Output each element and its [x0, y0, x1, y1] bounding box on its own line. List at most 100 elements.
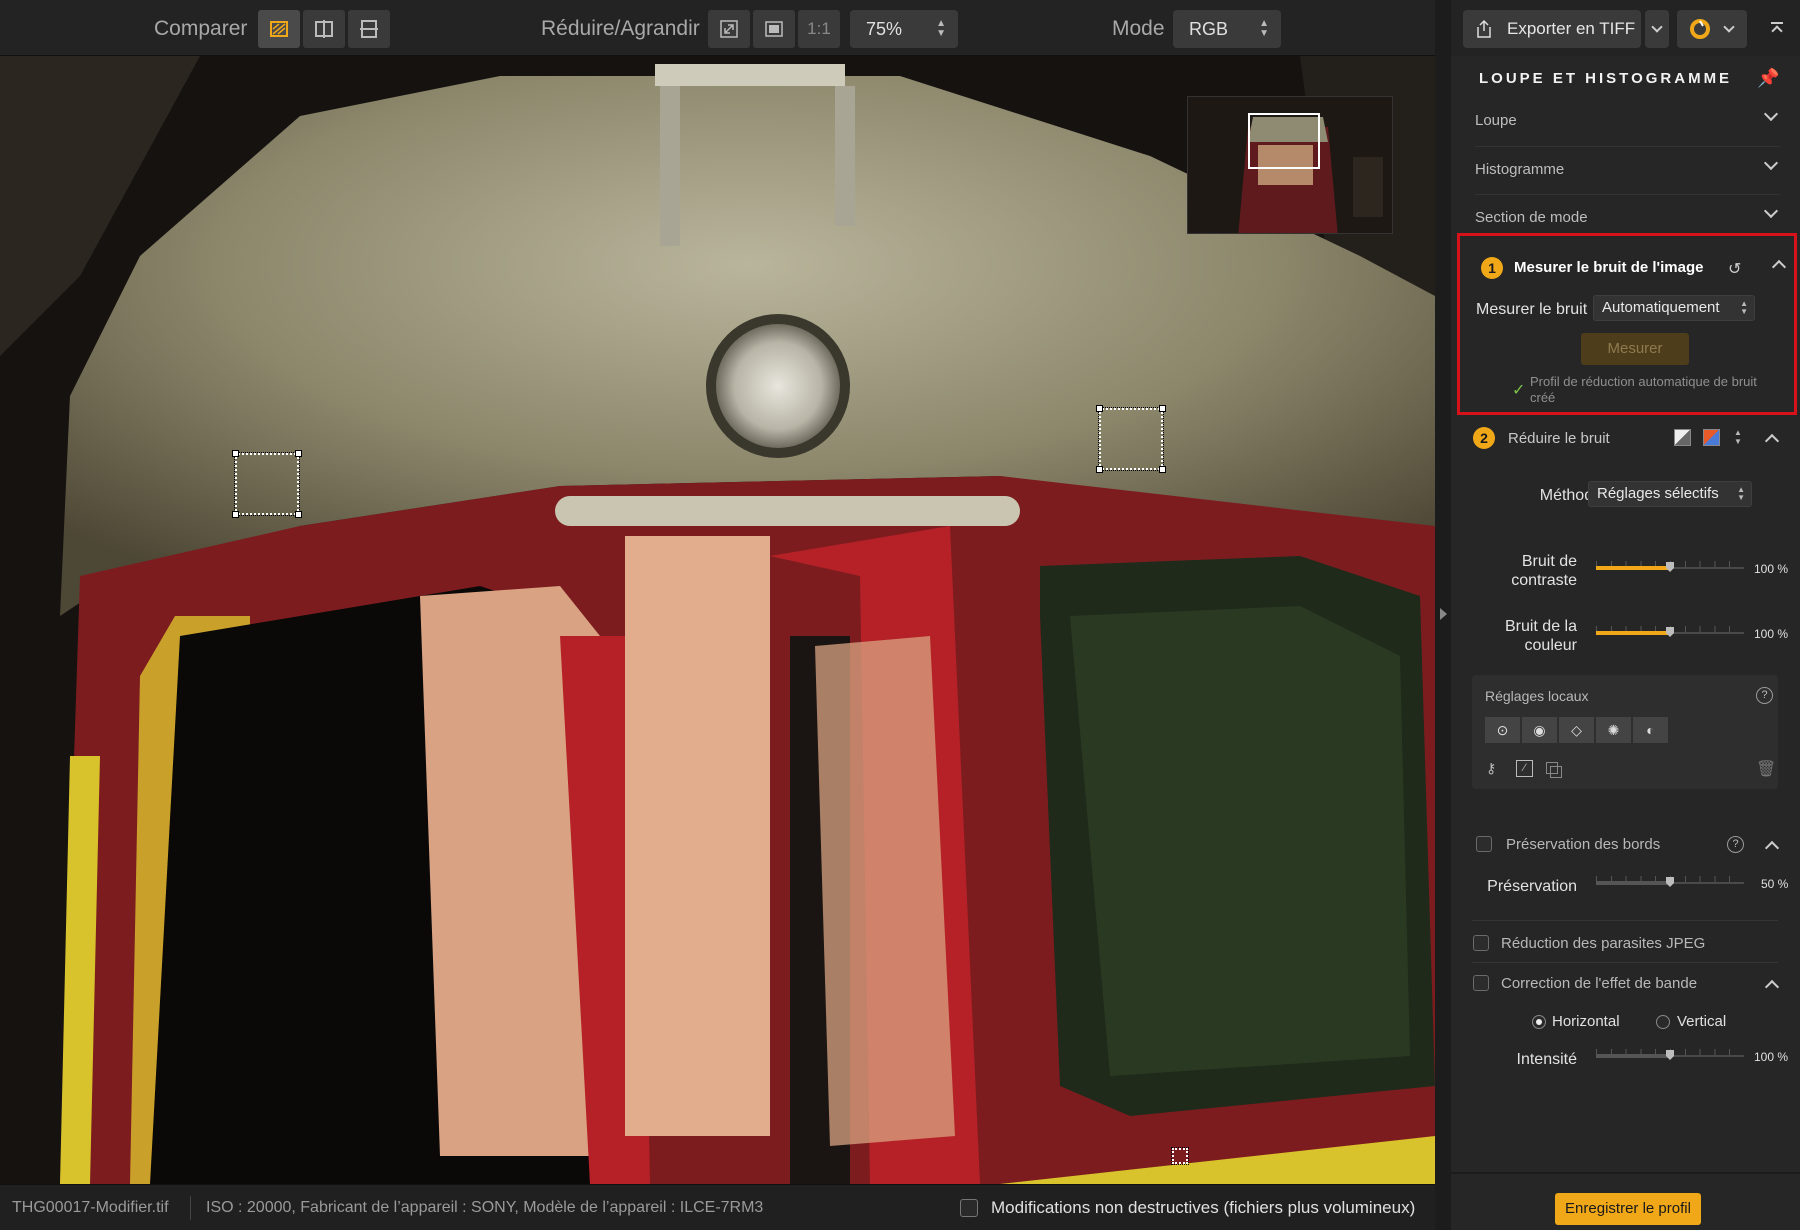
- updown-icon: ▲ ▼: [1740, 299, 1748, 316]
- zoom-select[interactable]: 75% ▲ ▼: [850, 10, 958, 48]
- slider-knob[interactable]: [1666, 627, 1674, 637]
- section-histogram[interactable]: Histogramme: [1475, 146, 1780, 194]
- updown-icon: ▲ ▼: [1737, 485, 1745, 502]
- edge-preservation-checkbox[interactable]: [1476, 836, 1492, 852]
- measure-area-3[interactable]: [1171, 1147, 1189, 1165]
- pin-icon[interactable]: 📌: [1757, 68, 1779, 89]
- zoom-value: 75%: [866, 18, 903, 39]
- contrast-noise-label: Bruit de contraste: [1511, 553, 1577, 589]
- negative-point-button[interactable]: ◉: [1522, 717, 1557, 743]
- chevron-up-icon[interactable]: [1771, 259, 1787, 275]
- negative-point-icon: ◉: [1533, 721, 1546, 738]
- trash-icon[interactable]: 🗑: [1756, 759, 1776, 779]
- edge-preservation-title: Préservation des bords: [1506, 836, 1661, 853]
- eraser-icon: ◐: [1646, 722, 1655, 738]
- resize-handle[interactable]: [232, 450, 239, 457]
- eraser-button[interactable]: ◐: [1633, 717, 1668, 743]
- plugin-menu-button[interactable]: [1677, 10, 1747, 48]
- help-icon[interactable]: ?: [1756, 687, 1773, 704]
- monochrome-icon[interactable]: [1674, 429, 1691, 446]
- color-noise-slider[interactable]: [1596, 626, 1744, 640]
- fill-screen-button[interactable]: [753, 10, 795, 48]
- step-1-badge: 1: [1481, 257, 1503, 279]
- chevron-up-icon[interactable]: [1764, 433, 1780, 449]
- collapse-arrow-icon[interactable]: [1440, 608, 1447, 620]
- profile-created-message: Profil de réduction automatique de bruit…: [1530, 374, 1757, 405]
- local-tools: ⊙ ◉ ◇ ✺ ◐: [1485, 717, 1668, 743]
- reset-icon[interactable]: ↺: [1728, 259, 1741, 279]
- navigator-viewport[interactable]: [1248, 113, 1320, 169]
- slider-knob[interactable]: [1666, 1050, 1674, 1060]
- compare-split-horizontal-button[interactable]: [348, 10, 390, 48]
- local-adjustments-title: Réglages locaux: [1485, 688, 1589, 704]
- color-icon[interactable]: [1703, 429, 1720, 446]
- measure-area-2[interactable]: [1096, 405, 1166, 473]
- measure-area-1[interactable]: [232, 450, 302, 518]
- slider-knob[interactable]: [1666, 562, 1674, 572]
- resize-handle[interactable]: [1096, 466, 1103, 473]
- banding-checkbox[interactable]: [1473, 975, 1489, 991]
- actual-size-button[interactable]: 1:1: [798, 10, 840, 48]
- fit-screen-button[interactable]: [708, 10, 750, 48]
- compare-single-button[interactable]: [258, 10, 300, 48]
- export-tiff-button[interactable]: Exporter en TIFF: [1463, 10, 1641, 48]
- intensity-slider[interactable]: [1596, 1049, 1744, 1063]
- measure-noise-label: Mesurer le bruit: [1476, 301, 1588, 318]
- preservation-label: Préservation: [1487, 878, 1577, 895]
- horizontal-radio[interactable]: [1532, 1015, 1546, 1029]
- status-bar: THG00017-Modifier.tif ISO : 20000, Fabri…: [0, 1184, 1435, 1230]
- chevron-up-icon[interactable]: [1764, 979, 1780, 995]
- measure-noise-select[interactable]: Automatiquement ▲ ▼: [1593, 295, 1755, 321]
- slider-fill: [1596, 631, 1670, 635]
- list-icon[interactable]: ⚷: [1486, 760, 1496, 777]
- resize-handle[interactable]: [1096, 405, 1103, 412]
- split-vertical-icon: [315, 20, 333, 38]
- mask-icon[interactable]: ⁄: [1516, 760, 1533, 777]
- compare-label: Comparer: [154, 17, 248, 40]
- save-profile-button[interactable]: Enregistrer le profil: [1555, 1193, 1701, 1225]
- preservation-slider[interactable]: [1596, 876, 1744, 890]
- resize-handle[interactable]: [232, 511, 239, 518]
- check-icon: ✓: [1512, 382, 1526, 399]
- export-options-button[interactable]: [1645, 10, 1669, 48]
- split-horizontal-icon: [360, 20, 378, 38]
- color-noise-value: 100 %: [1754, 627, 1789, 641]
- updown-icon[interactable]: ▲ ▼: [1734, 428, 1742, 446]
- brush-button[interactable]: ✺: [1596, 717, 1631, 743]
- image-canvas[interactable]: [0, 56, 1435, 1184]
- panel-toolbar: Exporter en TIFF: [1451, 0, 1800, 56]
- compare-split-vertical-button[interactable]: [303, 10, 345, 48]
- chevron-down-icon: [1763, 203, 1779, 219]
- measure-button[interactable]: Mesurer: [1581, 333, 1689, 365]
- chevron-up-icon[interactable]: [1764, 840, 1780, 856]
- resize-handle[interactable]: [295, 450, 302, 457]
- vertical-radio[interactable]: [1656, 1015, 1670, 1029]
- chevron-down-icon: [1723, 21, 1735, 33]
- collapse-top-icon[interactable]: [1771, 22, 1783, 37]
- brush-icon: ✺: [1607, 721, 1620, 738]
- resize-handle[interactable]: [1159, 466, 1166, 473]
- lasso-button[interactable]: ◇: [1559, 717, 1594, 743]
- resize-handle[interactable]: [1159, 405, 1166, 412]
- divider: [1472, 920, 1778, 921]
- slider-knob[interactable]: [1666, 877, 1674, 887]
- mode-select[interactable]: RGB ▲ ▼: [1173, 10, 1281, 48]
- preservation-value: 50 %: [1761, 877, 1789, 891]
- aperture-icon: [1690, 19, 1710, 39]
- method-select[interactable]: Réglages sélectifs ▲ ▼: [1588, 481, 1752, 507]
- jpeg-artifacts-label: Réduction des parasites JPEG: [1501, 935, 1706, 952]
- navigator-thumbnail[interactable]: [1187, 96, 1393, 234]
- control-point-button[interactable]: ⊙: [1485, 717, 1520, 743]
- panel-splitter[interactable]: [1435, 0, 1451, 1230]
- banding-title: Correction de l'effet de bande: [1501, 975, 1698, 992]
- compare-modes: [258, 10, 390, 48]
- nondestructive-label: Modifications non destructives (fichiers…: [991, 1198, 1416, 1217]
- section-loupe[interactable]: Loupe: [1475, 98, 1780, 146]
- jpeg-artifacts-checkbox[interactable]: [1473, 935, 1489, 951]
- resize-handle[interactable]: [295, 511, 302, 518]
- step-2-badge: 2: [1473, 427, 1495, 449]
- camera-metadata: ISO : 20000, Fabricant de l’appareil : S…: [206, 1199, 764, 1216]
- contrast-noise-slider[interactable]: [1596, 561, 1744, 575]
- help-icon[interactable]: ?: [1727, 836, 1744, 853]
- nondestructive-checkbox[interactable]: [960, 1199, 978, 1217]
